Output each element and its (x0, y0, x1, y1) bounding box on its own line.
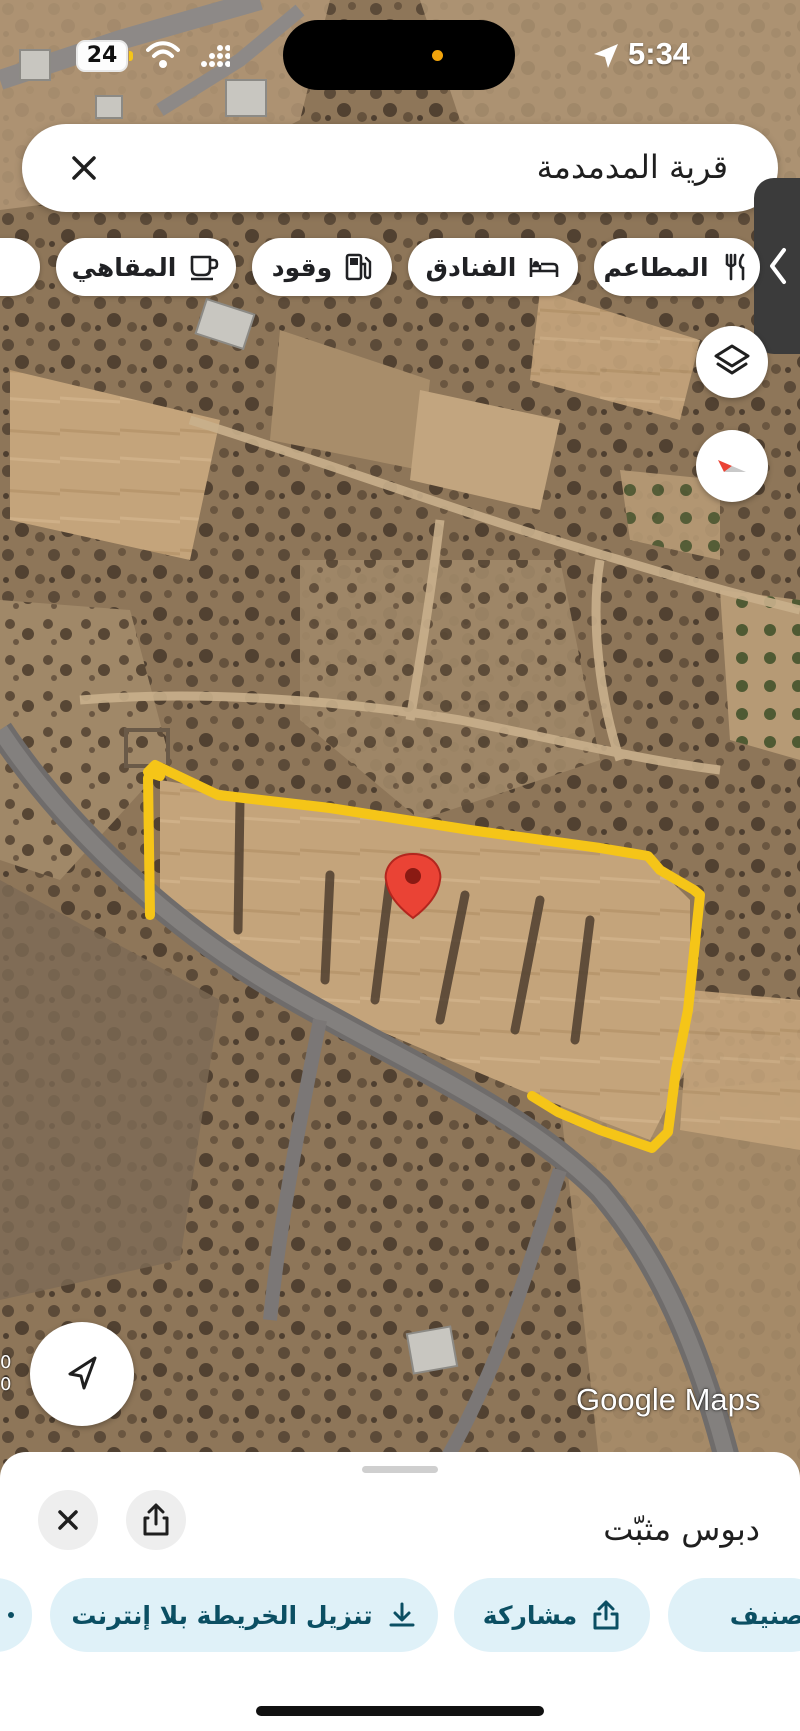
restaurant-icon (725, 253, 744, 281)
location-services-icon (594, 44, 618, 68)
share-icon (593, 1600, 619, 1630)
chip-cafes[interactable]: المقاهي (56, 238, 236, 296)
scale-label: 0 (0, 1374, 12, 1395)
sheet-grabber[interactable] (362, 1466, 438, 1473)
clear-search-icon[interactable] (64, 148, 104, 188)
satellite-map[interactable] (0, 0, 800, 1470)
more-dot-icon (8, 1612, 14, 1618)
save-label-button[interactable]: تصنيف (668, 1578, 800, 1652)
share-icon (143, 1503, 169, 1536)
my-location-button[interactable] (30, 1322, 134, 1426)
navigation-arrow-icon (68, 1356, 97, 1390)
share-button[interactable]: مشاركة (454, 1578, 650, 1652)
download-icon (389, 1602, 415, 1627)
dynamic-island (283, 20, 515, 90)
map-imagery (0, 0, 800, 1470)
search-query[interactable]: قرية المدمدمة (537, 148, 728, 186)
action-label: مشاركة (482, 1600, 578, 1630)
place-title: دبوس مثبّت (603, 1510, 760, 1548)
chip-restaurants[interactable]: المطاعم (594, 238, 760, 296)
close-sheet-button[interactable] (38, 1490, 98, 1550)
google-maps-attribution: Google Maps (576, 1382, 761, 1417)
status-bar: 24 5:34 (0, 0, 800, 110)
chip-label: المطاعم (603, 252, 709, 282)
maps-screen: 24 5:34 قرية المدمدمة المطاعم الفنادق وق… (0, 0, 800, 1731)
share-sheet-button[interactable] (126, 1490, 186, 1550)
download-offline-map-button[interactable]: تنزيل الخريطة بلا إنترنت (50, 1578, 438, 1652)
compass-icon (718, 460, 746, 472)
action-label: تنزيل الخريطة بلا إنترنت (71, 1600, 373, 1630)
scale-label: 0 (0, 1352, 12, 1373)
cafe-icon (191, 255, 219, 281)
search-bar[interactable]: قرية المدمدمة (22, 124, 778, 212)
map-layers-button[interactable] (696, 326, 768, 398)
chip-label: وقود (271, 252, 333, 282)
wifi-icon (146, 41, 180, 68)
chip-label: الفنادق (425, 252, 517, 282)
action-label: تصنيف (729, 1600, 800, 1630)
chip-hotels[interactable]: الفنادق (408, 238, 578, 296)
layers-icon (714, 344, 750, 375)
battery-level: 24 (86, 43, 118, 68)
battery-indicator: 24 (76, 40, 133, 72)
gas-station-icon (345, 253, 372, 281)
chip-label: المقاهي (71, 252, 177, 282)
home-indicator[interactable] (256, 1706, 544, 1716)
cellular-signal-icon (201, 45, 230, 67)
scale-bar-fragment: 0 0 (0, 1352, 11, 1396)
hotel-icon (530, 258, 559, 277)
close-icon (58, 1510, 78, 1530)
status-time: 5:34 (628, 36, 691, 71)
chip-gas[interactable]: وقود (252, 238, 392, 296)
chevron-left-icon (770, 248, 786, 284)
compass-button[interactable] (696, 430, 768, 502)
